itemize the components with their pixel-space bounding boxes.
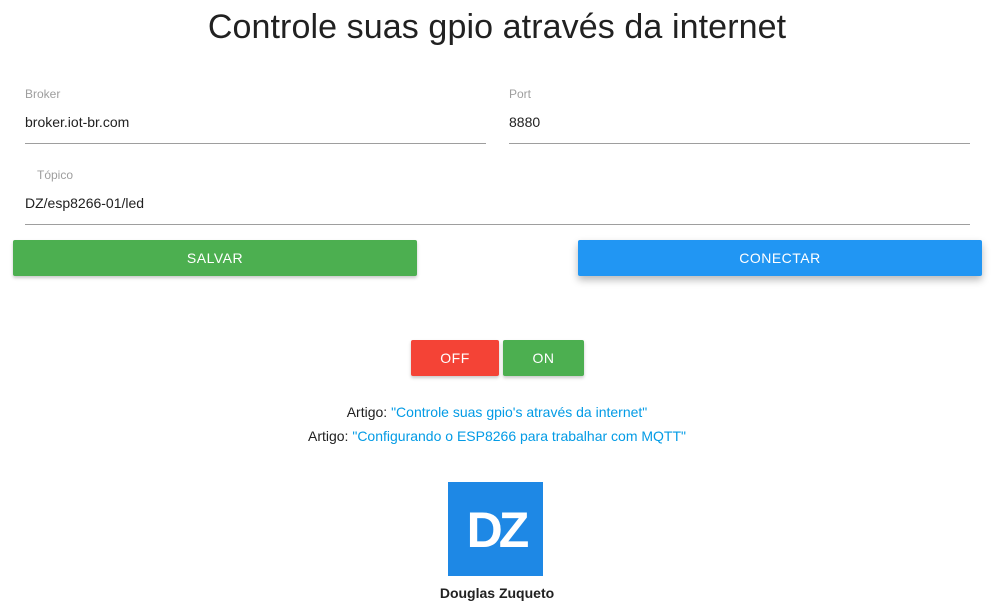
dz-logo-text: DZ <box>466 504 528 554</box>
port-input[interactable] <box>509 113 970 131</box>
connect-button[interactable]: CONECTAR <box>578 240 982 276</box>
topic-underline <box>25 224 970 225</box>
topic-input[interactable] <box>25 194 970 212</box>
page-title: Controle suas gpio através da internet <box>207 8 787 46</box>
dz-logo-mark: DZ <box>466 504 530 554</box>
article-link-mqtt[interactable]: "Configurando o ESP8266 para trabalhar c… <box>352 428 686 444</box>
article-link-gpio[interactable]: "Controle suas gpio's através da interne… <box>391 404 647 420</box>
on-button[interactable]: ON <box>503 340 584 376</box>
off-button[interactable]: OFF <box>411 340 499 376</box>
broker-underline <box>25 143 486 144</box>
broker-field[interactable]: Broker <box>25 86 486 146</box>
port-label: Port <box>509 87 532 101</box>
article-line-2: Artigo: "Configurando o ESP8266 para tra… <box>0 428 994 444</box>
article-line-1: Artigo: "Controle suas gpio's através da… <box>0 404 994 420</box>
broker-input[interactable] <box>25 113 486 131</box>
port-field[interactable]: Port <box>509 86 970 146</box>
article-prefix: Artigo: <box>307 428 353 444</box>
save-button[interactable]: SALVAR <box>13 240 417 276</box>
author-name: Douglas Zuqueto <box>439 585 555 601</box>
broker-label: Broker <box>25 87 61 101</box>
article-prefix: Artigo: <box>346 404 392 420</box>
port-underline <box>509 143 970 144</box>
author-logo[interactable]: DZ <box>448 482 543 576</box>
topic-label: Tópico <box>37 168 74 182</box>
topic-field[interactable]: Tópico <box>25 167 970 227</box>
